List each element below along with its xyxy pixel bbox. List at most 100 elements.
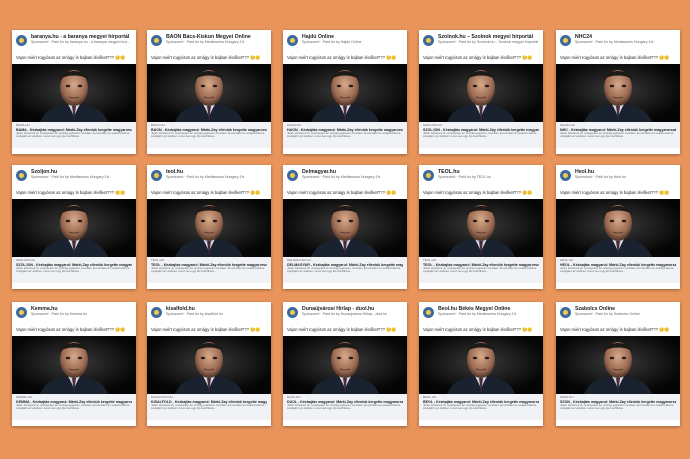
ad-text: Vajon miért rogyósos az omágy ís bajban … [16, 55, 126, 60]
ad-text: Vajon miért rogyósos az omágy ís bajban … [16, 327, 126, 332]
ad-card[interactable]: Heol.hu Sponsored · Paid for by Heol.hu … [556, 165, 680, 289]
ad-text: Vajon miért rogyósos az omágy ís bajban … [560, 55, 670, 60]
sponsored-label: Sponsored · Paid for by Mediaworks Hunga… [302, 175, 381, 179]
link-description: Jelen lehetnek itt, amelyeket az ország … [151, 403, 265, 411]
link-preview[interactable]: DELMAGYAR.HU DELMAGYAR - Kézbajtás magya… [283, 257, 407, 283]
link-preview[interactable]: KISALFOLD.HU KISALFOLD - Kézbajtás magya… [147, 394, 271, 420]
page-logo-icon[interactable] [423, 307, 434, 318]
link-preview[interactable]: HEOL.HU HEOL - Kézbajtás magyarul: Márki… [556, 257, 680, 283]
ad-image[interactable] [147, 336, 271, 394]
ad-image[interactable] [147, 64, 271, 122]
ad-image[interactable] [283, 336, 407, 394]
page-meta: Delmagyar.hu Sponsored · Paid for by Med… [302, 169, 403, 180]
ad-card[interactable]: Hajdú Online Sponsored · Paid for by Haj… [283, 30, 407, 154]
ad-header: Beol.hu Békés Megyei Online Sponsored · … [419, 302, 543, 324]
ad-text: Vajon miért rogyósos az omágy ís bajban … [560, 190, 670, 195]
ad-header: TEOL.hu Sponsored · Paid for by TEOL.hu [419, 165, 543, 187]
page-logo-icon[interactable] [560, 307, 571, 318]
ad-image[interactable] [419, 64, 543, 122]
page-logo-icon[interactable] [287, 170, 298, 181]
ad-header: Szabolcs Online Sponsored · Paid for by … [556, 302, 680, 324]
page-meta: Dunaújvárosi Hírlap - duol.hu Sponsored … [302, 306, 403, 317]
ad-image[interactable] [419, 336, 543, 394]
ad-card[interactable]: Kemma.hu Sponsored · Paid for by Kemma.h… [12, 302, 136, 426]
link-preview[interactable]: HAON.HU HAON - Kézbajtás magyarul: Márki… [283, 122, 407, 148]
ad-image[interactable] [147, 199, 271, 257]
ad-image[interactable] [12, 336, 136, 394]
ad-image[interactable] [283, 199, 407, 257]
link-preview[interactable]: TEOL.HU TEOL - Kézbajtás magyarul: Márki… [419, 257, 543, 283]
page-logo-icon[interactable] [151, 35, 162, 46]
link-description: Jelen lehetnek itt, amelyeket az ország … [287, 266, 401, 274]
link-description: Jelen lehetnek itt, amelyeket az ország … [423, 403, 537, 411]
link-preview[interactable]: BAON.HU BAON - Kézbajtás magyarul: Márki… [147, 122, 271, 148]
ad-header: teol.hu Sponsored · Paid for by Mediawor… [147, 165, 271, 187]
page-meta: BAON Bács-Kiskun Megyei Online Sponsored… [166, 34, 267, 45]
link-preview[interactable]: SZOLJON.HU SZOLJON - Kézbajtás magyarul:… [12, 257, 136, 283]
ad-image[interactable] [283, 64, 407, 122]
link-preview[interactable]: NHC24.HU NHC - Kézbajtás magyarul: Márki… [556, 122, 680, 148]
page-logo-icon[interactable] [423, 35, 434, 46]
sponsored-label: Sponsored · Paid for by Szabolcs Online [575, 312, 640, 316]
ad-header: Szolnok.hu – Szolnok megyei hírportál Sp… [419, 30, 543, 52]
ad-card[interactable]: Dunaújvárosi Hírlap - duol.hu Sponsored … [283, 302, 407, 426]
page-logo-icon[interactable] [16, 35, 27, 46]
link-preview[interactable]: DUOL.HU DUOL - Kézbajtás magyarul: Márki… [283, 394, 407, 420]
ad-header: kisalfold.hu Sponsored · Paid for by kis… [147, 302, 271, 324]
ad-text: Vajon miért rogyósos az omágy ís bajban … [287, 190, 397, 195]
page-meta: Hajdú Online Sponsored · Paid for by Haj… [302, 34, 403, 45]
link-preview[interactable]: SZON.HU SZON - Kézbajtás magyarul: Márki… [556, 394, 680, 420]
page-logo-icon[interactable] [287, 307, 298, 318]
ad-image[interactable] [12, 199, 136, 257]
ad-card[interactable]: kisalfold.hu Sponsored · Paid for by kis… [147, 302, 271, 426]
ad-card[interactable]: Szabolcs Online Sponsored · Paid for by … [556, 302, 680, 426]
page-logo-icon[interactable] [151, 307, 162, 318]
page-logo-icon[interactable] [560, 170, 571, 181]
link-description: Jelen lehetnek itt, amelyeket az ország … [151, 266, 265, 274]
page-meta: TEOL.hu Sponsored · Paid for by TEOL.hu [438, 169, 539, 180]
link-preview[interactable]: KEMMA.HU KEMMA - Kézbajtás magyarul: Már… [12, 394, 136, 420]
ad-card[interactable]: Delmagyar.hu Sponsored · Paid for by Med… [283, 165, 407, 289]
ad-card[interactable]: Szoljon.hu Sponsored · Paid for by Media… [12, 165, 136, 289]
sponsored-label: Sponsored · Paid for by baranya.hu - a b… [31, 40, 132, 44]
page-meta: Szoljon.hu Sponsored · Paid for by Media… [31, 169, 132, 180]
ad-text: Vajon miért rogyósos az omágy ís bajban … [16, 190, 126, 195]
ad-image[interactable] [556, 199, 680, 257]
link-preview[interactable]: BAMA.HU BAMA - Kézbajtás magyarul: Márki… [12, 122, 136, 148]
sponsored-label: Sponsored · Paid for by Dunaújvárosi Hír… [302, 312, 388, 316]
sponsored-label: Sponsored · Paid for by Kemma.hu [31, 312, 88, 316]
ad-image[interactable] [556, 336, 680, 394]
link-preview[interactable]: SZOLJON.HU SZOLJON - Kézbajtás magyarul:… [419, 122, 543, 148]
page-meta: Kemma.hu Sponsored · Paid for by Kemma.h… [31, 306, 132, 317]
page-logo-icon[interactable] [16, 307, 27, 318]
page-logo-icon[interactable] [16, 170, 27, 181]
page-logo-icon[interactable] [560, 35, 571, 46]
link-preview[interactable]: TEOL.HU TEOL - Kézbajtás magyarul: Márki… [147, 257, 271, 283]
ad-text: Vajon miért rogyósos az omágy ís bajban … [560, 327, 670, 332]
ad-card[interactable]: Szolnok.hu – Szolnok megyei hírportál Sp… [419, 30, 543, 154]
ad-card[interactable]: teol.hu Sponsored · Paid for by Mediawor… [147, 165, 271, 289]
page-logo-icon[interactable] [151, 170, 162, 181]
link-description: Jelen lehetnek itt, amelyeket az ország … [423, 131, 537, 139]
ad-card[interactable]: Beol.hu Békés Megyei Online Sponsored · … [419, 302, 543, 426]
sponsored-label: Sponsored · Paid for by Szolnok.hu – Szo… [438, 40, 539, 44]
page-logo-icon[interactable] [287, 35, 298, 46]
ad-card[interactable]: NHC24 Sponsored · Paid for by Mediaworks… [556, 30, 680, 154]
ad-image[interactable] [12, 64, 136, 122]
ad-card[interactable]: TEOL.hu Sponsored · Paid for by TEOL.hu … [419, 165, 543, 289]
ad-image[interactable] [419, 199, 543, 257]
ad-header: Szoljon.hu Sponsored · Paid for by Media… [12, 165, 136, 187]
page-meta: NHC24 Sponsored · Paid for by Mediaworks… [575, 34, 676, 45]
sponsored-label: Sponsored · Paid for by Hajdú Online [302, 40, 362, 44]
ad-header: BAON Bács-Kiskun Megyei Online Sponsored… [147, 30, 271, 52]
link-preview[interactable]: BEOL.HU BEOL - Kézbajtás magyarul: Márki… [419, 394, 543, 420]
link-description: Jelen lehetnek itt, amelyeket az ország … [287, 131, 401, 139]
ad-image[interactable] [556, 64, 680, 122]
page-meta: Szolnok.hu – Szolnok megyei hírportál Sp… [438, 34, 539, 45]
page-logo-icon[interactable] [423, 170, 434, 181]
ad-card[interactable]: BAON Bács-Kiskun Megyei Online Sponsored… [147, 30, 271, 154]
ad-header: baranya.hu - a baranya megyei hírportál … [12, 30, 136, 52]
ad-text: Vajon miért rogyósos az omágy ís bajban … [423, 190, 533, 195]
ad-card[interactable]: baranya.hu - a baranya megyei hírportál … [12, 30, 136, 154]
ad-header: NHC24 Sponsored · Paid for by Mediaworks… [556, 30, 680, 52]
